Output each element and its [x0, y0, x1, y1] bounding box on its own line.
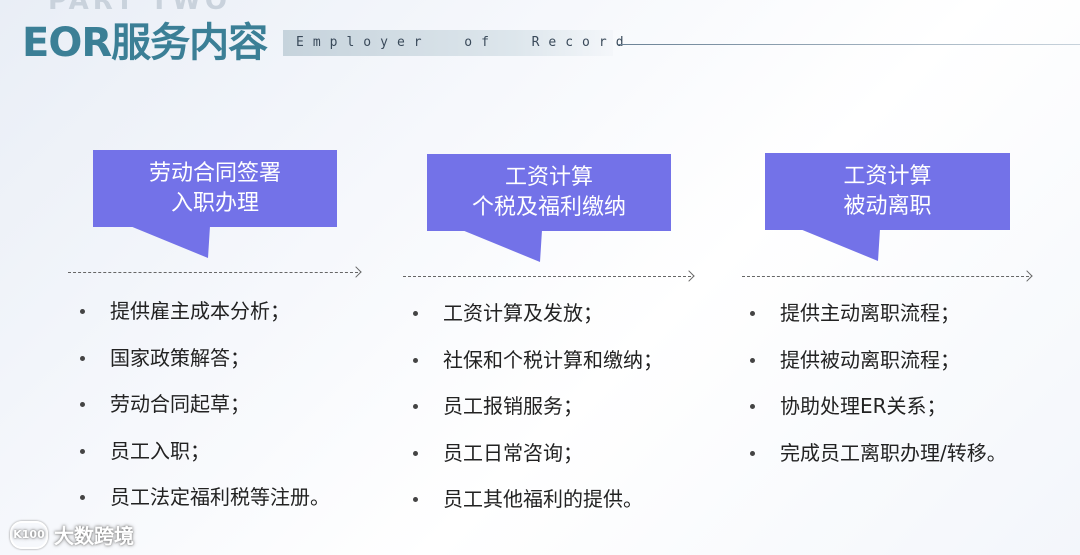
bubble-tail: [800, 229, 880, 261]
service-list-payroll: 工资计算及发放； 社保和个税计算和缴纳； 员工报销服务； 员工日常咨询； 员工其…: [413, 298, 733, 531]
arrow-right-icon: [1021, 270, 1033, 282]
list-item: 国家政策解答；: [80, 343, 400, 373]
title-divider: [618, 44, 1080, 45]
heading-line: 劳动合同签署: [148, 160, 281, 186]
heading-line: 工资计算: [843, 163, 932, 189]
brand-logo-icon: K100: [10, 520, 48, 549]
heading-line: 个税及福利缴纳: [471, 194, 626, 220]
watermark: K100 大数跨境: [10, 520, 134, 549]
timeline-divider: [68, 272, 358, 273]
list-item: 员工法定福利税等注册。: [80, 482, 400, 512]
timeline-divider: [403, 276, 691, 277]
list-item: 员工其他福利的提供。: [413, 484, 733, 514]
heading-line: 工资计算: [504, 164, 593, 190]
page-subtitle: Employer of Record: [296, 35, 633, 50]
service-list-contract: 提供雇主成本分析； 国家政策解答； 劳动合同起草； 员工入职； 员工法定福利税等…: [80, 296, 400, 529]
list-item: 劳动合同起草；: [80, 389, 400, 419]
heading-line: 入职办理: [170, 190, 259, 216]
list-item: 完成员工离职办理/转移。: [750, 438, 1012, 468]
list-item: 员工日常咨询；: [413, 438, 733, 468]
heading-line: 被动离职: [843, 193, 932, 219]
list-item: 提供雇主成本分析；: [80, 296, 400, 326]
watermark-text: 大数跨境: [54, 524, 134, 548]
list-item: 提供被动离职流程；: [750, 345, 1012, 375]
bubble-tail: [462, 230, 542, 262]
bubble-tail: [130, 226, 210, 258]
arrow-right-icon: [350, 266, 362, 278]
list-item: 员工报销服务；: [413, 391, 733, 421]
list-item: 协助处理ER关系；: [750, 391, 1012, 421]
list-item: 工资计算及发放；: [413, 298, 733, 328]
timeline-divider: [742, 276, 1029, 277]
page-title: EOR服务内容: [22, 20, 268, 66]
arrow-right-icon: [683, 270, 695, 282]
heading-bubble-payroll: 工资计算 个税及福利缴纳: [427, 154, 671, 231]
list-item: 提供主动离职流程；: [750, 298, 1012, 328]
heading-bubble-offboarding: 工资计算 被动离职: [765, 153, 1010, 230]
list-item: 员工入职；: [80, 436, 400, 466]
heading-bubble-contract: 劳动合同签署 入职办理: [93, 150, 337, 227]
list-item: 社保和个税计算和缴纳；: [413, 345, 733, 375]
service-list-offboarding: 提供主动离职流程； 提供被动离职流程； 协助处理ER关系； 完成员工离职办理/转…: [750, 298, 1012, 484]
